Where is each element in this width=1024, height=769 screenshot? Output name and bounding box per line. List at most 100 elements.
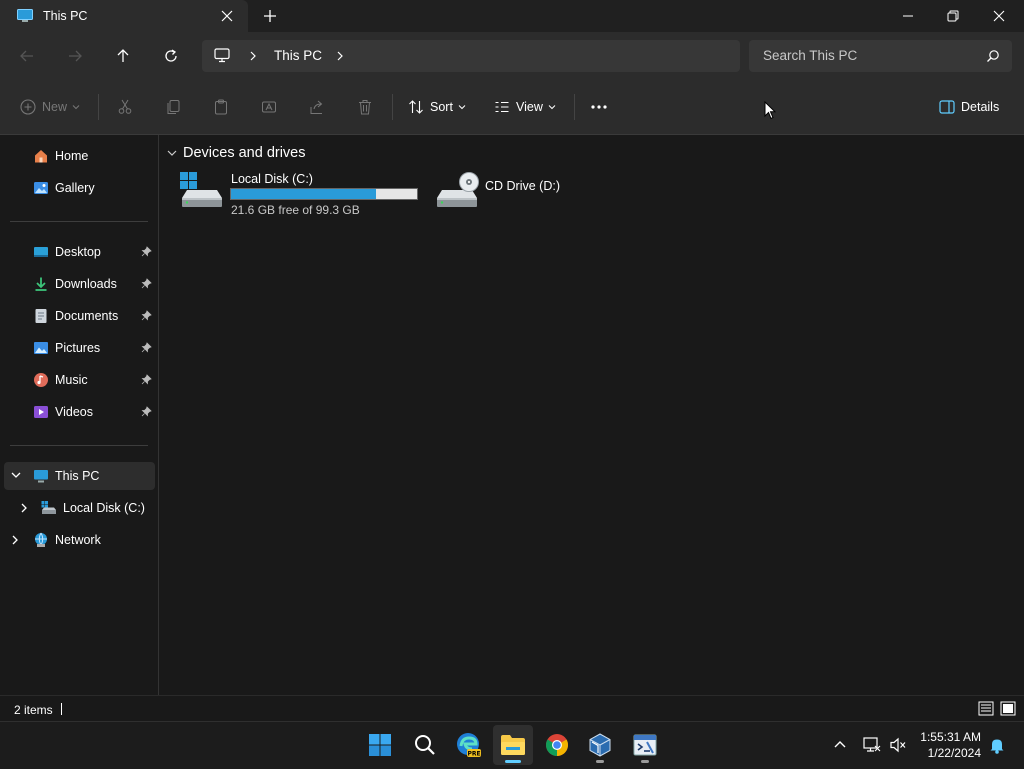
forward-button[interactable] — [63, 44, 87, 68]
sidebar-item-gallery[interactable]: Gallery — [0, 174, 155, 202]
chevron-right-icon[interactable] — [20, 503, 28, 513]
sidebar-item-videos[interactable]: Videos — [0, 398, 155, 426]
taskbar: PRE 1:55:31 AM 1/22/2024 — [0, 721, 1024, 769]
sidebar-item-documents[interactable]: Documents — [0, 302, 155, 330]
start-button[interactable] — [360, 725, 400, 765]
large-icons-view-icon[interactable] — [1000, 701, 1016, 716]
pin-icon[interactable] — [141, 310, 152, 321]
close-tab-icon[interactable] — [218, 7, 236, 25]
drive-tile-cd-drive[interactable]: CD Drive (D:) — [434, 171, 584, 217]
group-header-devices[interactable]: Devices and drives — [167, 145, 306, 161]
new-button[interactable]: New — [20, 96, 80, 118]
monitor-icon — [214, 48, 230, 63]
taskbar-edge-beta[interactable]: PRE — [449, 725, 489, 765]
network-status-icon[interactable] — [863, 737, 881, 753]
pin-icon[interactable] — [141, 246, 152, 257]
cut-button[interactable] — [117, 96, 133, 118]
view-button[interactable]: View — [494, 96, 556, 118]
see-more-button[interactable] — [590, 96, 608, 118]
details-label: Details — [961, 100, 1000, 114]
drive-tile-local-disk[interactable]: Local Disk (C:) 21.6 GB free of 99.3 GB — [179, 171, 441, 217]
taskbar-file-explorer[interactable] — [493, 725, 533, 765]
new-icon — [20, 99, 36, 115]
svg-text:PRE: PRE — [467, 751, 480, 758]
this-pc-icon — [34, 470, 48, 483]
pin-icon[interactable] — [141, 342, 152, 353]
chevron-right-icon[interactable] — [11, 535, 19, 545]
rename-button[interactable] — [261, 96, 277, 118]
pin-icon[interactable] — [141, 406, 152, 417]
running-indicator — [505, 760, 521, 763]
sidebar-item-desktop[interactable]: Desktop — [0, 238, 155, 266]
new-tab-icon[interactable] — [261, 7, 279, 25]
sidebar-item-downloads[interactable]: Downloads — [0, 270, 155, 298]
local-disk-icon — [41, 501, 56, 514]
details-pane-button[interactable]: Details — [939, 96, 999, 118]
address-bar[interactable]: This PC — [202, 40, 740, 72]
taskbar-chrome[interactable] — [537, 725, 577, 765]
sidebar-item-label: Local Disk (C:) — [63, 501, 145, 515]
volume-muted-icon[interactable] — [889, 737, 907, 753]
chevron-down-icon[interactable] — [11, 471, 21, 479]
more-icon — [591, 105, 607, 109]
sidebar-item-music[interactable]: Music — [0, 366, 155, 394]
tab-this-pc[interactable]: This PC — [0, 0, 248, 32]
local-disk-icon — [180, 172, 222, 207]
paste-icon — [215, 99, 227, 115]
sidebar-item-local-disk[interactable]: Local Disk (C:) — [0, 494, 155, 522]
delete-button[interactable] — [357, 96, 373, 118]
delete-icon — [359, 100, 371, 115]
edge-beta-icon: PRE — [457, 733, 481, 758]
drive-usage-bar — [230, 188, 418, 200]
back-button[interactable] — [15, 44, 39, 68]
sidebar-item-label: Downloads — [55, 277, 117, 291]
title-bar: This PC — [0, 0, 1024, 32]
sort-button[interactable]: Sort — [408, 96, 466, 118]
copy-button[interactable] — [165, 96, 181, 118]
paste-button[interactable] — [213, 96, 229, 118]
sort-label: Sort — [430, 100, 453, 114]
pin-icon[interactable] — [141, 374, 152, 385]
sidebar-item-label: Videos — [55, 405, 93, 419]
chevron-down-icon — [548, 105, 556, 110]
chevron-right-icon[interactable] — [248, 50, 258, 62]
videos-icon — [34, 406, 48, 418]
sidebar-item-home[interactable]: Home — [0, 142, 155, 170]
tab-title: This PC — [43, 9, 88, 23]
taskbar-search-button[interactable] — [405, 725, 445, 765]
up-button[interactable] — [111, 44, 135, 68]
cmd-tool-icon — [633, 734, 657, 756]
system-clock[interactable]: 1:55:31 AM 1/22/2024 — [914, 729, 981, 761]
sidebar-item-this-pc[interactable]: This PC — [4, 462, 155, 490]
rename-icon — [262, 101, 276, 113]
restore-button[interactable] — [930, 0, 976, 32]
view-label: View — [516, 100, 543, 114]
taskbar-tool-app[interactable] — [625, 725, 665, 765]
breadcrumb-this-pc[interactable]: This PC — [274, 48, 322, 63]
taskbar-virtualbox[interactable] — [580, 725, 620, 765]
home-icon — [35, 150, 47, 163]
details-view-icon[interactable] — [978, 701, 994, 716]
search-input[interactable]: Search This PC — [749, 40, 1012, 72]
sidebar-item-network[interactable]: Network — [0, 526, 155, 554]
sidebar-item-label: This PC — [55, 469, 100, 483]
file-explorer-icon — [501, 735, 525, 755]
minimize-button[interactable] — [885, 0, 931, 32]
clock-date: 1/22/2024 — [927, 746, 981, 760]
close-window-button[interactable] — [976, 0, 1022, 32]
command-bar: New Sort View Details — [0, 80, 1024, 135]
sidebar-item-pictures[interactable]: Pictures — [0, 334, 155, 362]
pin-icon[interactable] — [141, 278, 152, 289]
refresh-button[interactable] — [159, 44, 183, 68]
music-icon — [34, 373, 48, 387]
clock-time: 1:55:31 AM — [920, 730, 981, 744]
status-separator — [61, 703, 62, 715]
address-row: This PC Search This PC — [0, 32, 1024, 80]
sidebar-item-label: Music — [55, 373, 88, 387]
arrow-up-icon — [117, 49, 129, 62]
share-button[interactable] — [309, 96, 325, 118]
notification-bell-icon[interactable] — [989, 737, 1005, 754]
chevron-right-icon[interactable] — [335, 50, 345, 62]
chevron-up-icon[interactable] — [833, 739, 847, 749]
search-icon — [987, 50, 999, 62]
